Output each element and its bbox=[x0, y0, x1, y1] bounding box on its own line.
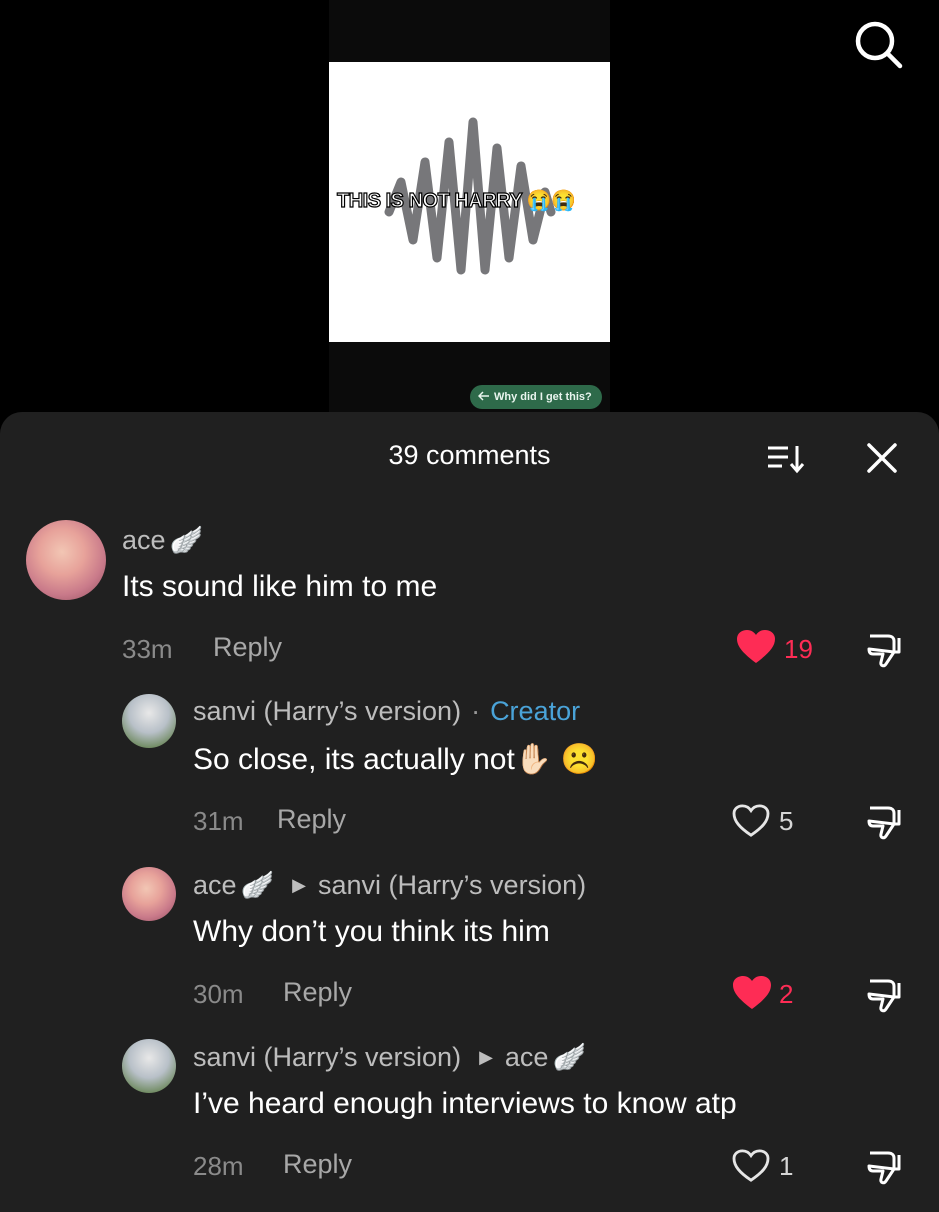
comment-username[interactable]: sanvi (Harry’s version) · Creator bbox=[193, 696, 580, 727]
comment-time: 28m bbox=[193, 1151, 244, 1181]
comment-username[interactable]: ace 🪽 bbox=[122, 524, 203, 556]
wing-badge-icon: 🪽 bbox=[552, 1042, 587, 1072]
share-arrow-icon bbox=[477, 390, 490, 404]
video-overlay-text: THIS IS NOT HARRY 😭😭 bbox=[336, 189, 576, 212]
video-thumbnail[interactable]: THIS IS NOT HARRY 😭😭 Why did I get this? bbox=[329, 0, 610, 412]
username-text: sanvi (Harry’s version) bbox=[193, 696, 462, 726]
comment-username[interactable]: ace 🪽 ▶ sanvi (Harry’s version) bbox=[193, 869, 586, 901]
dislike-icon[interactable] bbox=[864, 630, 904, 670]
comment-text: Its sound like him to me bbox=[122, 570, 438, 603]
reply-button[interactable]: Reply bbox=[213, 632, 282, 663]
comment-text: So close, its actually not✋🏻 ☹️ bbox=[193, 743, 598, 776]
creator-badge: Creator bbox=[490, 696, 581, 726]
reply-button[interactable]: Reply bbox=[283, 1149, 352, 1180]
comment-time: 31m bbox=[193, 806, 244, 836]
reply-arrow-icon: ▶ bbox=[479, 1046, 493, 1067]
comment-item: sanvi (Harry’s version) ▶ ace 🪽 I’ve hea… bbox=[0, 1029, 939, 1199]
like-count: 2 bbox=[779, 979, 794, 1009]
search-icon[interactable] bbox=[852, 18, 904, 70]
sort-icon[interactable] bbox=[766, 442, 806, 474]
comment-text: Why don’t you think its him bbox=[193, 915, 550, 948]
close-icon[interactable] bbox=[864, 440, 900, 476]
wing-badge-icon: 🪽 bbox=[240, 870, 275, 900]
username-text: ace bbox=[122, 524, 166, 555]
separator-dot: · bbox=[471, 696, 481, 726]
video-frame-image: THIS IS NOT HARRY 😭😭 bbox=[329, 62, 610, 342]
reply-to-username[interactable]: ace bbox=[505, 1042, 549, 1073]
reply-to-username[interactable]: sanvi (Harry’s version) bbox=[318, 870, 586, 901]
like-count: 19 bbox=[784, 634, 813, 664]
comment-text: I’ve heard enough interviews to know atp bbox=[193, 1087, 737, 1120]
avatar[interactable] bbox=[122, 1039, 176, 1093]
heart-filled-icon[interactable] bbox=[736, 629, 776, 670]
avatar[interactable] bbox=[26, 520, 106, 600]
reply-button[interactable]: Reply bbox=[283, 977, 352, 1008]
why-did-i-get-this-label: Why did I get this? bbox=[494, 391, 592, 403]
heart-outline-icon[interactable] bbox=[732, 804, 770, 843]
why-did-i-get-this-button[interactable]: Why did I get this? bbox=[470, 385, 602, 409]
comments-sheet: 39 comments ace 🪽 Its sound like him to … bbox=[0, 412, 939, 1212]
comment-item: ace 🪽 Its sound like him to me 33m Reply… bbox=[0, 512, 939, 682]
heart-filled-icon[interactable] bbox=[732, 975, 772, 1016]
like-count: 5 bbox=[779, 806, 794, 836]
wing-badge-icon: 🪽 bbox=[169, 525, 204, 555]
comment-time: 33m bbox=[122, 634, 173, 664]
comment-item: ace 🪽 ▶ sanvi (Harry’s version) Why don’… bbox=[0, 857, 939, 1027]
avatar[interactable] bbox=[122, 694, 176, 748]
avatar[interactable] bbox=[122, 867, 176, 921]
comment-time: 30m bbox=[193, 979, 244, 1009]
dislike-icon[interactable] bbox=[864, 975, 904, 1015]
comment-item: sanvi (Harry’s version) · Creator So clo… bbox=[0, 684, 939, 854]
reply-arrow-icon: ▶ bbox=[292, 874, 307, 895]
username-text: ace bbox=[193, 869, 237, 900]
like-count: 1 bbox=[779, 1151, 794, 1181]
username-text: sanvi (Harry’s version) bbox=[193, 1041, 462, 1072]
comment-username[interactable]: sanvi (Harry’s version) ▶ ace 🪽 bbox=[193, 1041, 586, 1073]
dislike-icon[interactable] bbox=[864, 1147, 904, 1187]
heart-outline-icon[interactable] bbox=[732, 1149, 770, 1188]
reply-button[interactable]: Reply bbox=[277, 804, 346, 835]
dislike-icon[interactable] bbox=[864, 802, 904, 842]
video-preview-area: THIS IS NOT HARRY 😭😭 Why did I get this? bbox=[0, 0, 939, 420]
